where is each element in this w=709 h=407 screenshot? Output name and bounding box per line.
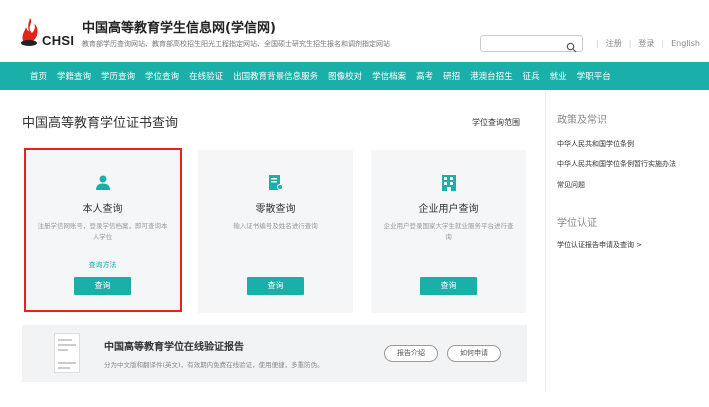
nav-item-army[interactable]: 征兵: [523, 70, 540, 82]
verification-report-banner: 中国高等教育学位在线验证报告 分为中文版和翻译件(英文)，有效期内免费在线验证，…: [22, 325, 527, 382]
nav-item-image[interactable]: 图像校对: [328, 70, 362, 82]
nav-item-home[interactable]: 首页: [30, 70, 47, 82]
main-nav: 首页 学籍查询 学历查询 学位查询 在线验证 出国教育背景信息服务 图像校对 学…: [0, 62, 709, 90]
flame-logo-icon: [21, 18, 38, 46]
scattered-query-card: 零散查询 输入证书编号及姓名进行查询 查询: [198, 150, 353, 313]
nav-item-degree[interactable]: 学位查询: [145, 70, 179, 82]
nav-item-career[interactable]: 学职平台: [577, 70, 611, 82]
report-intro-button[interactable]: 报告介绍: [384, 345, 438, 362]
policy-heading: 政策及常识: [557, 115, 607, 126]
report-document-icon: [54, 333, 80, 373]
how-to-apply-button[interactable]: 如何申请: [447, 345, 501, 362]
policy-link-degree-regulation[interactable]: 中华人民共和国学位条例: [557, 139, 634, 149]
top-links: | 注册 | 登录 | English: [596, 38, 700, 49]
policy-link-implementation[interactable]: 中华人民共和国学位条例暂行实施办法: [557, 159, 676, 169]
site-subtitle: 教育部学历查询网站、教育部高校招生阳光工程指定网站、全国硕士研究生招生报名和调剂…: [82, 40, 390, 48]
nav-item-verify[interactable]: 在线验证: [189, 70, 223, 82]
site-title: 中国高等教育学生信息网(学信网): [82, 21, 276, 36]
nav-item-enrollment[interactable]: 学籍查询: [57, 70, 91, 82]
nav-item-hmt[interactable]: 港澳台招生: [470, 70, 513, 82]
search-icon[interactable]: [566, 38, 577, 57]
banner-title: 中国高等教育学位在线验证报告: [104, 342, 244, 353]
banner-desc: 分为中文版和翻译件(英文)，有效期内免费在线验证，使用便捷，多重防伪。: [104, 361, 324, 369]
site-header: CHSI 中国高等教育学生信息网(学信网) 教育部学历查询网站、教育部高校招生阳…: [0, 0, 709, 60]
chsi-logo[interactable]: CHSI: [20, 17, 78, 51]
scattered-query-button[interactable]: 查询: [247, 277, 304, 295]
card-title: 零散查询: [255, 204, 296, 215]
auth-link-report[interactable]: 学位认证报告申请及查询 >: [557, 240, 642, 250]
document-icon: [269, 175, 283, 195]
english-link[interactable]: English: [671, 39, 700, 48]
auth-heading: 学位认证: [557, 218, 597, 229]
logo-text: CHSI: [42, 33, 75, 48]
column-divider: [545, 92, 546, 392]
card-desc: 输入证书编号及姓名进行查询: [233, 222, 318, 230]
nav-item-gaokao[interactable]: 高考: [416, 70, 433, 82]
nav-item-abroad[interactable]: 出国教育背景信息服务: [233, 70, 318, 82]
card-desc: 企业用户登录国家大学生就业服务平台进行查询: [383, 222, 514, 241]
nav-item-yanzhao[interactable]: 研招: [443, 70, 460, 82]
policy-link-faq[interactable]: 常见问题: [557, 180, 585, 190]
building-icon: [442, 175, 456, 195]
login-link[interactable]: 登录: [638, 38, 654, 49]
search-input[interactable]: [480, 35, 583, 53]
register-link[interactable]: 注册: [606, 38, 622, 49]
card-title: 企业用户查询: [418, 204, 479, 215]
highlight-box: [24, 148, 182, 312]
nav-item-archive[interactable]: 学信档案: [372, 70, 406, 82]
degree-range-link[interactable]: 学位查询范围: [472, 117, 520, 128]
nav-item-jobs[interactable]: 就业: [550, 70, 567, 82]
enterprise-query-card: 企业用户查询 企业用户登录国家大学生就业服务平台进行查询 查询: [371, 150, 526, 313]
enterprise-query-button[interactable]: 查询: [420, 277, 477, 295]
nav-item-education[interactable]: 学历查询: [101, 70, 135, 82]
page-title: 中国高等教育学位证书查询: [22, 116, 179, 131]
